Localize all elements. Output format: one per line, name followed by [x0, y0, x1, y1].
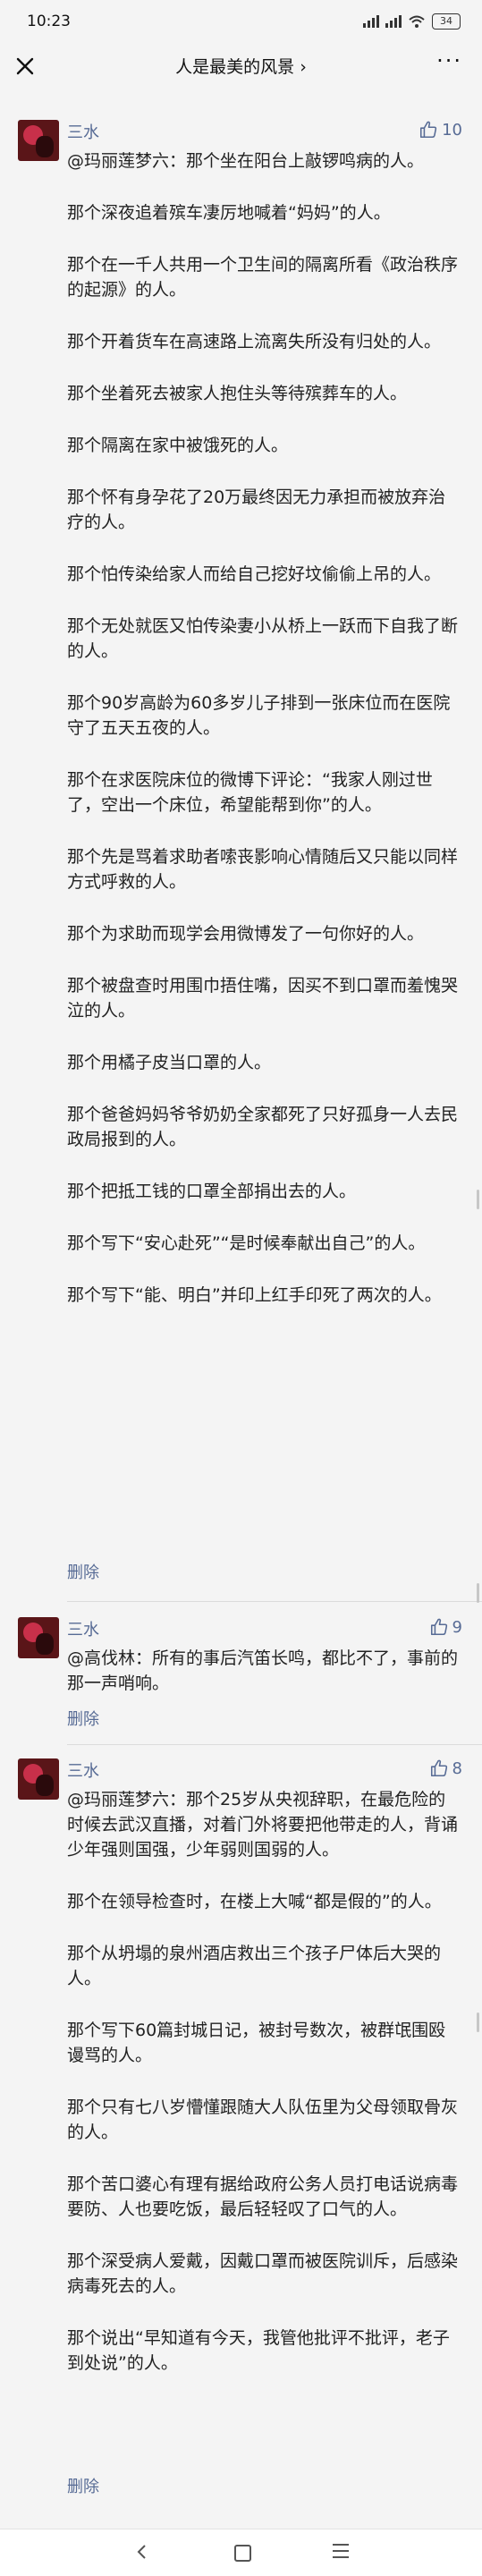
system-nav-bar: [0, 2529, 482, 2576]
comment-author[interactable]: 三水: [67, 1758, 99, 1782]
battery-icon: 34: [432, 13, 461, 30]
signal-icon: [363, 15, 379, 28]
comment-paragraph: 那个深受病人爱戴，因戴口罩而被医院训斥，后感染病毒死去的人。: [67, 2251, 459, 2296]
comment-paragraph: @高伐林：所有的事后汽笛长鸣，都比不了，事前的那一声哨响。: [67, 1648, 459, 1693]
comment-body: @高伐林：所有的事后汽笛长鸣，都比不了，事前的那一声哨响。: [67, 1646, 461, 1696]
comment-card: 三水 8 @玛丽莲梦六：那个25岁从央视辞职，在最危险的时候去武汉直播，对着门外…: [0, 1758, 482, 2501]
comment-paragraph: 那个怕传染给家人而给自己挖好坟偷偷上吊的人。: [67, 564, 442, 584]
scrollbar[interactable]: [477, 1190, 479, 1209]
signal-icon-2: [385, 15, 402, 28]
comment-paragraph: 那个在求医院床位的微博下评论：“我家人刚过世了，空出一个床位，希望能帮到你”的人…: [67, 770, 433, 815]
comment-paragraph: 那个爸爸妈妈爷爷奶奶全家都死了只好孤身一人去民政局报到的人。: [67, 1105, 459, 1149]
scrollbar-marker: [477, 1583, 479, 1603]
menu-icon[interactable]: [333, 2544, 349, 2560]
comment-paragraph: 那个苦口婆心有理有据给政府公务人员打电话说病毒要防、人也要吃饭，最后轻轻叹了口气…: [67, 2174, 459, 2219]
like-button[interactable]: 10: [419, 120, 462, 140]
comment-paragraph: 那个写下“安心赴死”“是时候奉献出自己”的人。: [67, 1233, 426, 1253]
comment-paragraph: 那个隔离在家中被饿死的人。: [67, 436, 289, 455]
divider: [67, 1601, 482, 1602]
delete-button[interactable]: 删除: [67, 2474, 99, 2497]
comment-paragraph: 那个为求助而现学会用微博发了一句你好的人。: [67, 924, 425, 944]
comment-paragraph: 那个写下“能、明白”并印上红手印死了两次的人。: [67, 1285, 442, 1305]
comment-card: 三水 9 @高伐林：所有的事后汽笛长鸣，都比不了，事前的那一声哨响。 删除: [0, 1617, 482, 1733]
like-count: 10: [442, 120, 462, 140]
comment-author[interactable]: 三水: [67, 1617, 99, 1640]
status-icons: 34: [363, 13, 461, 30]
nav-bar: 人是最美的风景 › ···: [0, 45, 482, 88]
comment-paragraph: 那个怀有身孕花了20万最终因无力承担而被放弃治疗的人。: [67, 487, 446, 532]
like-count: 8: [452, 1758, 462, 1778]
avatar[interactable]: [18, 1758, 59, 1800]
comment-paragraph: 那个坐着死去被家人抱住头等待殡葬车的人。: [67, 384, 408, 403]
thumb-up-icon: [420, 121, 437, 139]
wifi-icon: [409, 15, 425, 28]
status-time: 10:23: [27, 13, 71, 30]
comment-paragraph: 那个先是骂着求助者嗦丧影响心情随后又只能以同样方式呼救的人。: [67, 847, 459, 892]
comment-paragraph: @玛丽莲梦六：那个坐在阳台上敲锣鸣病的人。: [67, 151, 425, 171]
comment-paragraph: 那个在一千人共用一个卫生间的隔离所看《政治秩序的起源》的人。: [67, 255, 459, 300]
like-button[interactable]: 9: [429, 1617, 462, 1637]
comment-paragraph: 那个开着货车在高速路上流离失所没有归处的人。: [67, 332, 442, 352]
comment-paragraph: 那个从坍塌的泉州酒店救出三个孩子尸体后大哭的人。: [67, 1944, 442, 1988]
avatar[interactable]: [18, 120, 59, 161]
comment-paragraph: @玛丽莲梦六：那个25岁从央视辞职，在最危险的时候去武汉直播，对着门外将要把他带…: [67, 1790, 459, 1860]
more-icon[interactable]: ···: [436, 48, 462, 73]
status-bar: 10:23 34: [0, 0, 482, 45]
divider: [67, 1744, 482, 1745]
comment-body: @玛丽莲梦六：那个坐在阳台上敲锣鸣病的人。 那个深夜追着殡车凄厉地喊着“妈妈”的…: [67, 148, 461, 1308]
comment-paragraph: 那个写下60篇封城日记，被封号数次，被群氓围殴谩骂的人。: [67, 2021, 446, 2065]
avatar[interactable]: [18, 1617, 59, 1658]
thumb-up-icon: [430, 1618, 447, 1636]
comment-paragraph: 那个无处就医又怕传染妻小从桥上一跃而下自我了断的人。: [67, 616, 459, 661]
comment-card: 三水 10 @玛丽莲梦六：那个坐在阳台上敲锣鸣病的人。 那个深夜追着殡车凄厉地喊…: [0, 120, 482, 1587]
page-title[interactable]: 人是最美的风景 ›: [0, 54, 482, 78]
comment-paragraph: 那个在领导检查时，在楼上大喊“都是假的”的人。: [67, 1892, 442, 1911]
comment-paragraph: 那个90岁高龄为60多岁儿子排到一张床位而在医院守了五天五夜的人。: [67, 693, 451, 738]
delete-button[interactable]: 删除: [67, 1707, 99, 1730]
comment-paragraph: 那个被盘查时用围巾捂住嘴，因买不到口罩而羞愧哭泣的人。: [67, 976, 459, 1021]
delete-button[interactable]: 删除: [67, 1560, 99, 1583]
comment-paragraph: 那个用橘子皮当口罩的人。: [67, 1053, 272, 1072]
comment-body: @玛丽莲梦六：那个25岁从央视辞职，在最危险的时候去武汉直播，对着门外将要把他带…: [67, 1787, 461, 2376]
comment-author[interactable]: 三水: [67, 120, 99, 143]
comment-paragraph: 那个深夜追着殡车凄厉地喊着“妈妈”的人。: [67, 203, 391, 223]
like-button[interactable]: 8: [429, 1758, 462, 1778]
comment-paragraph: 那个只有七八岁懵懂跟随大人队伍里为父母领取骨灰的人。: [67, 2097, 459, 2142]
scrollbar-marker: [477, 2012, 479, 2032]
home-icon[interactable]: [234, 2545, 251, 2562]
thumb-up-icon: [430, 1759, 447, 1777]
like-count: 9: [452, 1617, 462, 1637]
comment-paragraph: 那个说出“早知道有今天，我管他批评不批评，老子到处说”的人。: [67, 2328, 450, 2373]
comment-paragraph: 那个把抵工钱的口罩全部捐出去的人。: [67, 1182, 357, 1201]
back-icon[interactable]: [134, 2544, 150, 2560]
